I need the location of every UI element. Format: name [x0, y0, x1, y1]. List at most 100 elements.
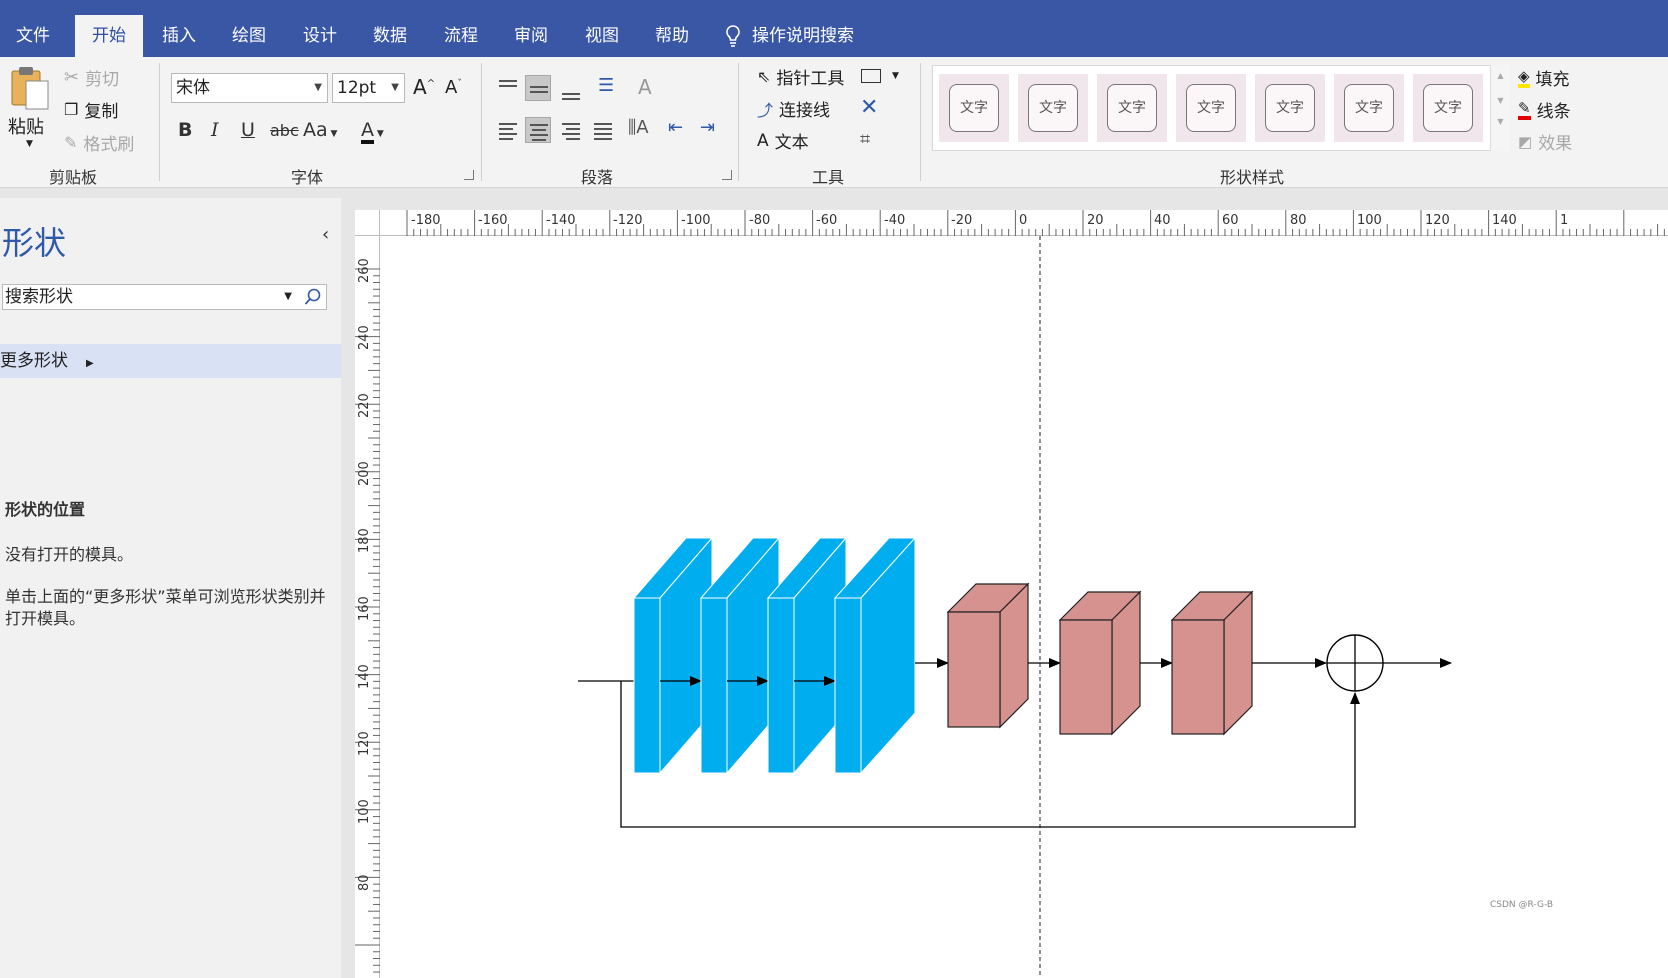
connector-button[interactable]: ⤴ 连接线: [757, 96, 830, 122]
paragraph-dialog-launcher-icon[interactable]: [722, 170, 732, 180]
align-middle-icon[interactable]: [525, 75, 551, 101]
fill-label: 填充: [1535, 70, 1570, 90]
ruler-label: 160: [357, 596, 372, 621]
gallery-more-icon[interactable]: ▼: [1491, 117, 1510, 126]
divider: [920, 63, 921, 181]
chevron-down-icon[interactable]: ▼: [892, 71, 899, 81]
justify-icon[interactable]: [590, 117, 616, 143]
blue-block[interactable]: [699, 536, 781, 775]
shape-style-tile[interactable]: 文字: [1334, 74, 1404, 142]
bullets-icon[interactable]: ☰: [598, 75, 614, 96]
blue-block[interactable]: [632, 536, 714, 775]
format-painter-label: 格式刷: [83, 135, 135, 155]
collapse-pane-icon[interactable]: ‹: [322, 224, 329, 245]
vertical-text-icon[interactable]: ⫼A: [628, 117, 649, 138]
tab-insert[interactable]: 插入: [146, 15, 212, 57]
tab-review[interactable]: 审阅: [498, 15, 564, 57]
paste-button[interactable]: 粘贴 ▼: [8, 65, 56, 155]
increase-indent-icon[interactable]: ⇥: [700, 117, 715, 138]
align-bottom-icon[interactable]: [558, 79, 584, 105]
style-tile-label: 文字: [1265, 84, 1315, 132]
change-case-button[interactable]: Aa ▼: [303, 119, 337, 141]
search-shapes-input[interactable]: 搜索形状 ▼: [2, 284, 327, 310]
ribbon: 粘贴 ▼ ✂ 剪切 ❐ 复制 ✎ 格式刷 剪贴板 宋体 ▼ 12pt ▼ A^ Aˇ B …: [0, 57, 1668, 188]
shape-style-gallery: 文字 文字 文字 文字 文字 文字 文字: [932, 65, 1510, 151]
tab-draw[interactable]: 绘图: [216, 15, 282, 57]
sum-node[interactable]: [1326, 634, 1384, 692]
italic-button[interactable]: I: [211, 119, 219, 141]
font-name-combo[interactable]: 宋体 ▼: [171, 73, 328, 103]
format-painter-button[interactable]: ✎ 格式刷: [64, 130, 134, 155]
strikethrough-button[interactable]: abc: [270, 121, 299, 140]
blue-block[interactable]: [833, 536, 917, 775]
search-shapes-placeholder: 搜索形状: [5, 287, 73, 307]
tab-file[interactable]: 文件: [0, 15, 66, 57]
shape-style-tile[interactable]: 文字: [1413, 74, 1483, 142]
tab-view[interactable]: 视图: [569, 15, 635, 57]
more-shapes-hint: 单击上面的“更多形状”菜单可浏览形状类别并打开模具。: [5, 587, 326, 628]
menu-bar: 文件 开始 插入 绘图 设计 数据 流程 审阅 视图 帮助 操作说明搜索: [0, 0, 1668, 57]
chevron-right-icon: ▶: [86, 358, 94, 369]
align-left-icon[interactable]: [495, 117, 521, 143]
pink-cube[interactable]: [1170, 590, 1254, 736]
tell-me-search[interactable]: 操作说明搜索: [724, 15, 854, 57]
text-tool-label: 文本: [774, 133, 809, 153]
ruler-label: -140: [546, 213, 576, 228]
shape-style-tile[interactable]: 文字: [939, 74, 1009, 142]
pointer-tool-button[interactable]: ⇖ 指针工具: [757, 64, 844, 89]
fill-button[interactable]: ◈ 填充: [1518, 65, 1570, 90]
decrease-indent-icon[interactable]: ⇤: [668, 117, 683, 138]
scroll-up-icon[interactable]: ▲: [1491, 71, 1510, 80]
font-group-label: 字体: [291, 168, 324, 187]
tab-design[interactable]: 设计: [287, 15, 353, 57]
align-top-icon[interactable]: [495, 73, 521, 99]
ruler-label: 260: [357, 258, 372, 283]
shape-style-tile[interactable]: 文字: [1255, 74, 1325, 142]
shapes-pane: 形状 ‹ 搜索形状 ▼ 更多形状 ▶ 形状的位置 没有打开的模具。 单击上面的“更…: [0, 198, 341, 978]
divider: [481, 63, 482, 181]
effects-icon: ◩: [1518, 132, 1533, 151]
text-direction-icon[interactable]: A: [638, 75, 652, 99]
chevron-down-icon[interactable]: ▼: [284, 285, 292, 309]
scroll-down-icon[interactable]: ▼: [1491, 96, 1510, 105]
more-shapes-menu[interactable]: 更多形状 ▶: [0, 344, 341, 378]
bold-button[interactable]: B: [178, 119, 192, 141]
tab-process[interactable]: 流程: [428, 15, 494, 57]
line-button[interactable]: ✎ 线条: [1518, 97, 1571, 122]
search-icon[interactable]: [304, 288, 322, 306]
rectangle-shape-button[interactable]: [861, 69, 881, 83]
font-color-button[interactable]: A ▼: [361, 119, 384, 144]
pink-cube[interactable]: [946, 582, 1030, 729]
ruler-label: 80: [1290, 213, 1307, 228]
grow-font-button[interactable]: A^: [413, 75, 435, 99]
ruler-label: 140: [1492, 213, 1517, 228]
align-center-icon[interactable]: [525, 117, 551, 143]
paste-label: 粘贴: [8, 117, 44, 138]
clipboard-paste-icon: [11, 67, 49, 110]
style-tile-label: 文字: [1344, 84, 1394, 132]
shape-style-tile[interactable]: 文字: [1097, 74, 1167, 142]
font-dialog-launcher-icon[interactable]: [464, 170, 474, 180]
copy-button[interactable]: ❐ 复制: [64, 97, 118, 122]
shape-style-tile[interactable]: 文字: [1176, 74, 1246, 142]
underline-button[interactable]: U: [241, 119, 255, 141]
line-label: 线条: [1536, 102, 1571, 122]
pointer-icon: ⇖: [757, 67, 771, 86]
tab-home[interactable]: 开始: [75, 15, 143, 57]
shrink-font-button[interactable]: Aˇ: [445, 77, 462, 98]
gallery-scrollbar[interactable]: ▲ ▼ ▼: [1490, 65, 1510, 151]
close-x-icon[interactable]: ✕: [860, 95, 878, 120]
pink-cube[interactable]: [1058, 590, 1142, 736]
style-tile-label: 文字: [949, 84, 999, 132]
tab-help[interactable]: 帮助: [639, 15, 705, 57]
cut-button[interactable]: ✂ 剪切: [64, 65, 119, 90]
text-tool-button[interactable]: A 文本: [757, 128, 809, 154]
tab-data[interactable]: 数据: [357, 15, 423, 57]
shape-style-tile[interactable]: 文字: [1018, 74, 1088, 142]
crop-handles-icon[interactable]: ⌗: [860, 129, 870, 150]
effects-button[interactable]: ◩ 效果: [1518, 129, 1572, 155]
font-size-combo[interactable]: 12pt ▼: [332, 73, 405, 103]
align-right-icon[interactable]: [558, 117, 584, 143]
blue-block[interactable]: [766, 536, 848, 775]
pointer-tool-label: 指针工具: [776, 69, 845, 89]
